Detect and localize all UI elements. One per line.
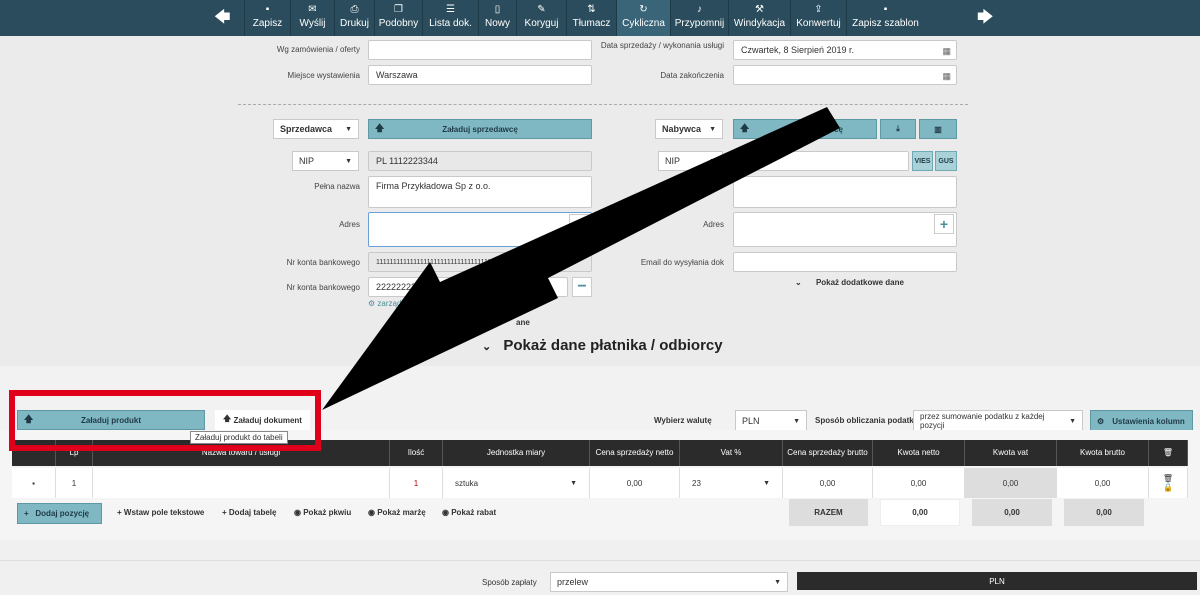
annotation-arrow — [322, 107, 840, 410]
arrow-shape — [322, 107, 840, 410]
